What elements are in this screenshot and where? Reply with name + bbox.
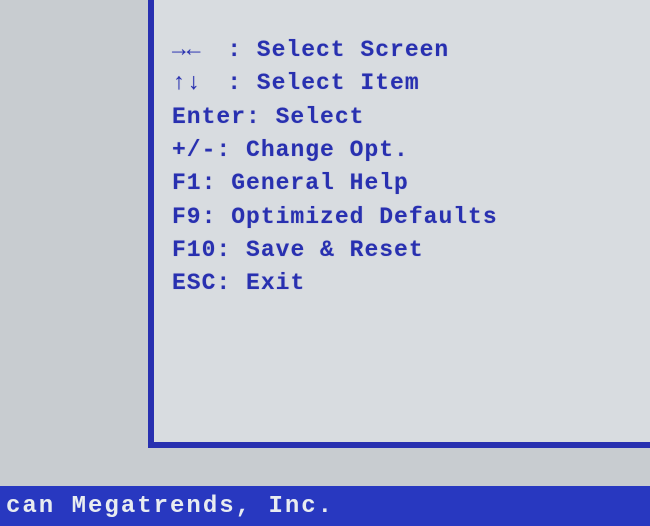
key-esc: ESC xyxy=(172,270,216,296)
key-f1: F1 xyxy=(172,170,202,196)
help-label: Save & Reset xyxy=(246,237,424,263)
help-line-select-item: ↑↓: Select Item xyxy=(172,67,632,100)
help-line-exit: ESC: Exit xyxy=(172,267,632,300)
key-f10: F10 xyxy=(172,237,216,263)
help-line-general-help: F1: General Help xyxy=(172,167,632,200)
key-plus-minus: +/- xyxy=(172,137,216,163)
bios-help-panel: →←: Select Screen ↑↓: Select Item Enter:… xyxy=(148,0,650,448)
help-label: Exit xyxy=(246,270,305,296)
arrow-left-right-icon: →← xyxy=(172,34,227,67)
arrow-up-down-icon: ↑↓ xyxy=(172,67,227,100)
help-line-optimized-defaults: F9: Optimized Defaults xyxy=(172,201,632,234)
vendor-text: can Megatrends, Inc. xyxy=(6,493,334,520)
key-enter: Enter xyxy=(172,104,246,130)
help-label: Select Item xyxy=(257,70,420,96)
help-label: Optimized Defaults xyxy=(231,204,497,230)
help-label: Select xyxy=(276,104,365,130)
help-line-save-reset: F10: Save & Reset xyxy=(172,234,632,267)
help-line-change-opt: +/-: Change Opt. xyxy=(172,134,632,167)
help-line-select: Enter: Select xyxy=(172,101,632,134)
key-f9: F9 xyxy=(172,204,202,230)
help-label: Change Opt. xyxy=(246,137,409,163)
help-label: General Help xyxy=(231,170,409,196)
bios-vendor-footer: can Megatrends, Inc. xyxy=(0,486,650,526)
help-line-select-screen: →←: Select Screen xyxy=(172,34,632,67)
help-label: Select Screen xyxy=(257,37,449,63)
